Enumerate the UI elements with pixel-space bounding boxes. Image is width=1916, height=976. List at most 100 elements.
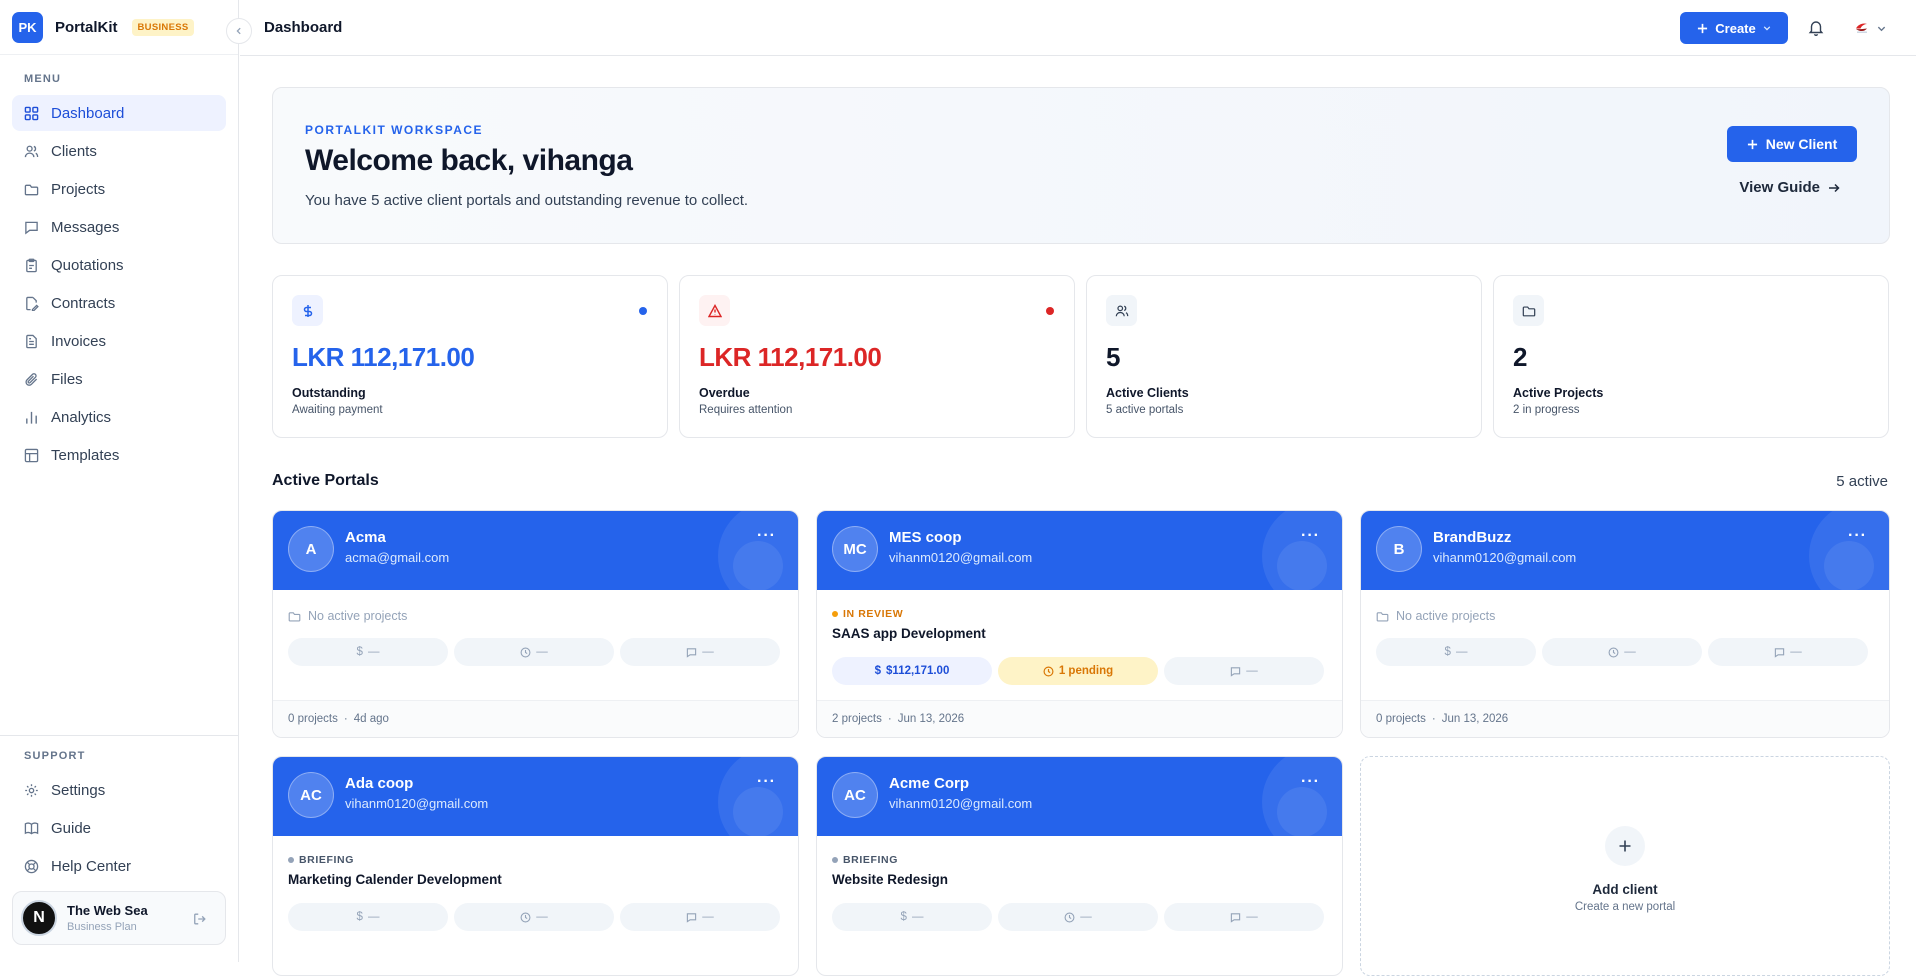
pill-value: — bbox=[367, 646, 380, 658]
stat-card-active-clients[interactable]: 5 Active Clients 5 active portals bbox=[1086, 275, 1482, 438]
amount-pill: $ — bbox=[832, 903, 992, 931]
metric-pills: $ — — — bbox=[832, 903, 1324, 931]
stat-value: 2 bbox=[1513, 342, 1527, 372]
sidebar-item-files[interactable]: Files bbox=[12, 361, 226, 397]
more-icon[interactable]: ··· bbox=[1301, 773, 1320, 791]
stat-card-overdue[interactable]: LKR 112,171.00 Overdue Requires attentio… bbox=[679, 275, 1075, 438]
pill-value: — bbox=[1246, 911, 1258, 923]
client-email: acma@gmail.com bbox=[345, 550, 450, 565]
dollar-icon: $ bbox=[900, 911, 907, 923]
pill-value: — bbox=[367, 911, 380, 923]
menu-section-label: MENU bbox=[24, 73, 62, 85]
more-icon[interactable]: ··· bbox=[1848, 527, 1867, 545]
client-avatar: MC bbox=[832, 526, 878, 572]
dollar-icon: $ bbox=[356, 911, 363, 923]
stat-sub: 2 in progress bbox=[1513, 404, 1580, 416]
profile-avatar[interactable] bbox=[1852, 18, 1871, 37]
more-icon[interactable]: ··· bbox=[757, 527, 776, 545]
message-icon bbox=[1231, 912, 1241, 923]
portal-card-acma[interactable]: A Acma acma@gmail.com ··· No active proj… bbox=[272, 510, 799, 738]
project-name[interactable]: SAAS app Development bbox=[832, 626, 986, 641]
card-footer: 2 projects · Jun 13, 2026 bbox=[817, 700, 1342, 737]
view-guide-link[interactable]: View Guide bbox=[1739, 179, 1840, 196]
brand-name: PortalKit bbox=[55, 18, 118, 36]
stat-card-outstanding[interactable]: LKR 112,171.00 Outstanding Awaiting paym… bbox=[272, 275, 668, 438]
portal-card-ada-coop[interactable]: AC Ada coop vihanm0120@gmail.com ··· BRI… bbox=[272, 756, 799, 976]
metric-pills: $ — — — bbox=[1376, 638, 1868, 666]
pill-value: — bbox=[911, 911, 924, 923]
client-email: vihanm0120@gmail.com bbox=[1433, 550, 1577, 565]
sidebar-item-settings[interactable]: Settings bbox=[12, 772, 227, 808]
status-dot bbox=[1046, 307, 1054, 315]
collapse-sidebar-button[interactable] bbox=[226, 18, 252, 44]
sidebar-item-dashboard[interactable]: Dashboard bbox=[12, 95, 226, 131]
book-icon bbox=[24, 822, 39, 834]
more-icon[interactable]: ··· bbox=[757, 773, 776, 791]
pending-pill: 1 pending bbox=[998, 657, 1158, 685]
stat-value: 5 bbox=[1106, 342, 1120, 372]
brand-logo[interactable]: PK bbox=[12, 11, 43, 43]
user-card[interactable]: N The Web Sea Business Plan bbox=[12, 891, 226, 945]
project-name[interactable]: Website Redesign bbox=[832, 872, 948, 887]
create-button[interactable]: Create bbox=[1680, 12, 1788, 44]
pending-pill: — bbox=[998, 903, 1158, 931]
pill-value: — bbox=[536, 646, 548, 658]
more-icon[interactable]: ··· bbox=[1301, 527, 1320, 545]
sidebar-item-clients[interactable]: Clients bbox=[12, 133, 226, 169]
welcome-subtitle: You have 5 active client portals and out… bbox=[305, 192, 749, 209]
plus-icon bbox=[1698, 23, 1708, 33]
dollar-icon: $ bbox=[874, 665, 882, 677]
add-client-card[interactable]: Add client Create a new portal bbox=[1360, 756, 1890, 976]
alert-triangle-icon bbox=[699, 295, 730, 326]
paperclip-icon bbox=[25, 372, 38, 386]
sidebar-item-label: Dashboard bbox=[51, 104, 125, 122]
users-icon bbox=[1106, 295, 1137, 326]
portal-card-acme-corp[interactable]: AC Acme Corp vihanm0120@gmail.com ··· BR… bbox=[816, 756, 1343, 976]
user-info: The Web Sea Business Plan bbox=[67, 903, 148, 933]
stat-label: Outstanding bbox=[292, 386, 366, 400]
layout-icon bbox=[24, 448, 39, 462]
sidebar-item-contracts[interactable]: Contracts bbox=[12, 285, 226, 321]
folder-icon bbox=[1513, 295, 1544, 326]
client-name: Acme Corp bbox=[889, 775, 970, 792]
user-name: The Web Sea bbox=[67, 903, 148, 918]
message-icon bbox=[687, 912, 697, 923]
users-icon bbox=[24, 145, 39, 157]
bell-icon[interactable] bbox=[1808, 19, 1824, 36]
client-name: Ada coop bbox=[345, 775, 414, 792]
sidebar-item-analytics[interactable]: Analytics bbox=[12, 399, 226, 435]
sidebar-item-templates[interactable]: Templates bbox=[12, 437, 226, 473]
page-title: Dashboard bbox=[264, 19, 343, 36]
sidebar-item-projects[interactable]: Projects bbox=[12, 171, 226, 207]
sidebar-item-help-center[interactable]: Help Center bbox=[12, 848, 227, 884]
status-dot bbox=[639, 307, 647, 315]
stat-sub: Requires attention bbox=[699, 404, 793, 416]
dollar-icon bbox=[292, 295, 323, 326]
sidebar-item-quotations[interactable]: Quotations bbox=[12, 247, 226, 283]
gear-icon bbox=[25, 783, 38, 797]
client-name: MES coop bbox=[889, 529, 962, 546]
create-button-label: Create bbox=[1715, 20, 1756, 36]
messages-pill: — bbox=[620, 638, 780, 666]
sidebar-item-messages[interactable]: Messages bbox=[12, 209, 226, 245]
bar-chart-icon bbox=[26, 411, 37, 424]
chevron-down-icon[interactable] bbox=[1877, 24, 1886, 33]
add-client-title: Add client bbox=[1592, 882, 1658, 897]
message-icon bbox=[1231, 666, 1241, 677]
plus-icon bbox=[1605, 826, 1645, 866]
status-badge: BRIEFING bbox=[288, 854, 354, 866]
brand-mark-icon bbox=[1855, 23, 1867, 33]
sidebar-item-label: Analytics bbox=[51, 408, 112, 426]
stat-card-active-projects[interactable]: 2 Active Projects 2 in progress bbox=[1493, 275, 1889, 438]
sidebar-item-invoices[interactable]: Invoices bbox=[12, 323, 226, 359]
logout-icon[interactable] bbox=[193, 912, 207, 926]
portal-card-brandbuzz[interactable]: B BrandBuzz vihanm0120@gmail.com ··· No … bbox=[1360, 510, 1890, 738]
portal-card-mes-coop[interactable]: MC MES coop vihanm0120@gmail.com ··· IN … bbox=[816, 510, 1343, 738]
pending-pill: — bbox=[454, 638, 614, 666]
stat-sub: 5 active portals bbox=[1106, 404, 1184, 416]
clock-icon bbox=[1043, 666, 1054, 676]
arrow-right-icon bbox=[1829, 183, 1840, 192]
new-client-button[interactable]: New Client bbox=[1727, 126, 1857, 162]
project-name[interactable]: Marketing Calender Development bbox=[288, 872, 502, 887]
sidebar-item-guide[interactable]: Guide bbox=[12, 810, 227, 846]
